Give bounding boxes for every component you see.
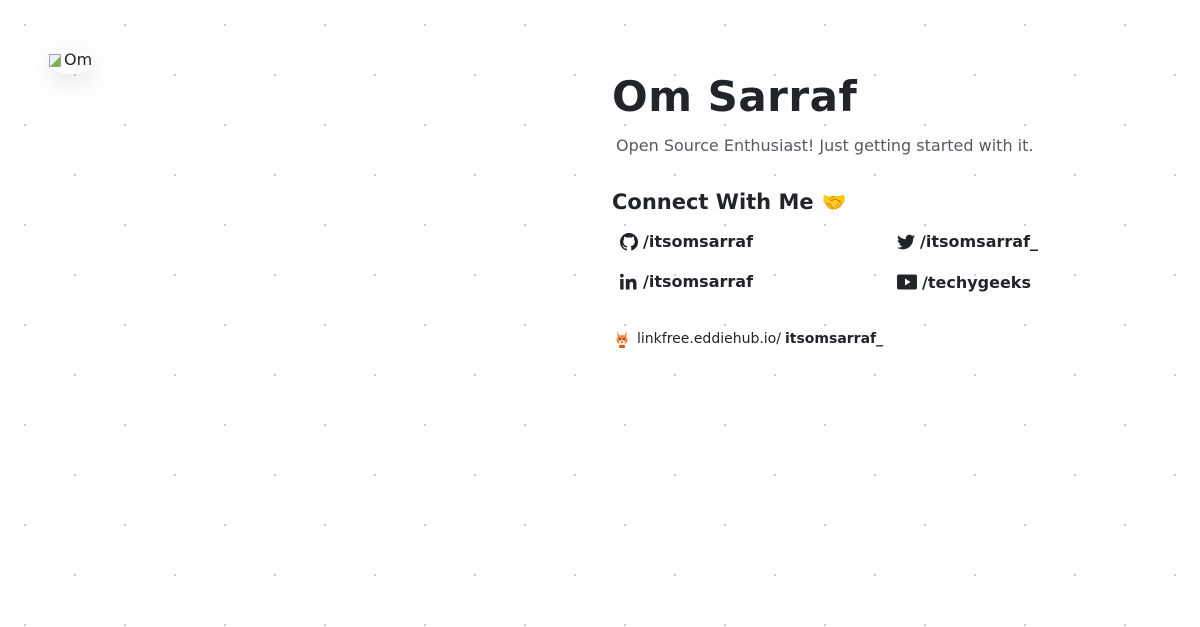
twitter-icon [897, 234, 915, 249]
twitter-link[interactable]: /itsomsarraf_ [897, 232, 1038, 251]
linkfree-link[interactable]: linkfree.eddiehub.io/ itsomsarraf_ [614, 329, 883, 349]
linkfree-username: itsomsarraf_ [784, 331, 884, 347]
connect-heading-text: Connect With Me [612, 190, 814, 214]
linkedin-label: /itsomsarraf [643, 272, 754, 291]
github-icon [620, 232, 638, 251]
connect-heading: Connect With Me 🤝 [612, 190, 847, 214]
linkedin-icon [620, 273, 637, 289]
github-label: /itsomsarraf [643, 232, 754, 251]
linkedin-link[interactable]: /itsomsarraf [620, 272, 753, 291]
avatar: Om [48, 50, 92, 69]
youtube-icon [897, 274, 917, 290]
github-link[interactable]: /itsomsarraf [620, 232, 753, 251]
profile-bio: Open Source Enthusiast! Just getting sta… [616, 136, 1034, 155]
linkfree-fox-icon [616, 331, 628, 348]
youtube-label: /techygeeks [922, 272, 1031, 292]
avatar-container: Om [48, 50, 94, 74]
handshake-icon: 🤝 [821, 190, 847, 214]
broken-image-icon [48, 52, 62, 68]
youtube-link[interactable]: /techygeeks [897, 272, 1031, 292]
avatar-alt-text: Om [64, 50, 93, 69]
profile-name: Om Sarraf [612, 72, 858, 121]
linkfree-domain: linkfree.eddiehub.io/ [637, 331, 781, 347]
twitter-label: /itsomsarraf_ [920, 232, 1039, 251]
